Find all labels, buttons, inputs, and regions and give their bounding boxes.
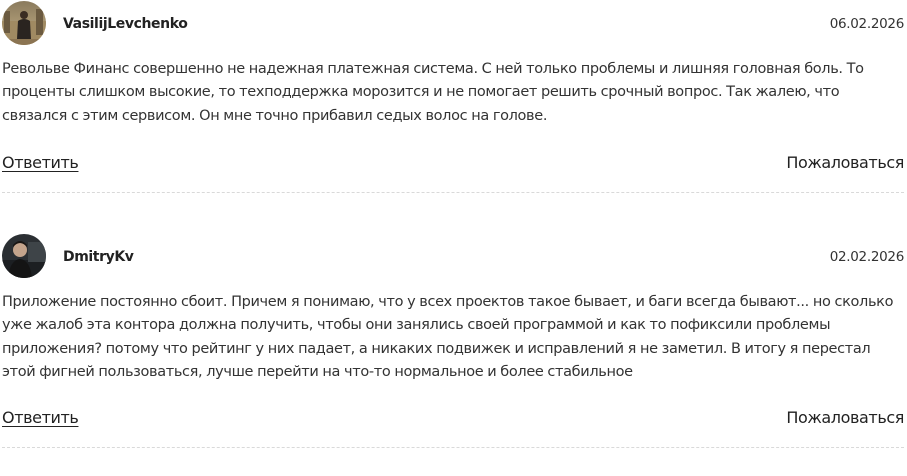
avatar[interactable] bbox=[2, 1, 46, 45]
complain-link[interactable]: Пожаловаться bbox=[786, 153, 904, 172]
user-photo-avatar-icon bbox=[2, 234, 46, 278]
review-author: VasilijLevchenko bbox=[63, 16, 188, 32]
reply-link[interactable]: Ответить bbox=[2, 153, 79, 172]
review-actions: Ответить Пожаловаться bbox=[2, 153, 904, 177]
review-text: Револьве Финанс совершенно не надежная п… bbox=[2, 61, 864, 124]
divider bbox=[2, 192, 904, 193]
avatar[interactable] bbox=[2, 234, 46, 278]
review-author: DmitryKv bbox=[63, 249, 134, 265]
divider bbox=[2, 447, 904, 448]
complain-link[interactable]: Пожаловаться bbox=[786, 408, 904, 427]
review-actions: Ответить Пожаловаться bbox=[2, 408, 904, 432]
review-text: Приложение постоянно сбоит. Причем я пон… bbox=[2, 294, 894, 380]
review-date: 06.02.2026 bbox=[829, 16, 905, 32]
user-photo-avatar-icon bbox=[2, 1, 46, 45]
review-date: 02.02.2026 bbox=[829, 249, 905, 265]
reply-link[interactable]: Ответить bbox=[2, 408, 79, 427]
